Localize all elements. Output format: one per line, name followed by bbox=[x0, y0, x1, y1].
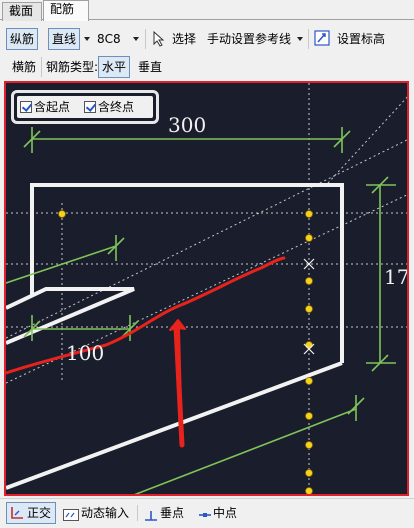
tab-bar: 截面 配筋 bbox=[0, 0, 414, 21]
section-drawing bbox=[6, 83, 407, 494]
midpoint-label: 中点 bbox=[213, 506, 238, 520]
toolbar-divider bbox=[41, 57, 42, 77]
perpendicular-icon bbox=[144, 507, 158, 527]
longitudinal-bar-button[interactable]: 纵筋 bbox=[6, 28, 39, 50]
tab-reinforcement[interactable]: 配筋 bbox=[43, 0, 89, 21]
straight-line-button[interactable]: 直线 bbox=[48, 28, 81, 50]
dynamic-input-toggle[interactable]: 动态输入 bbox=[60, 502, 134, 524]
horizontal-button[interactable]: 水平 bbox=[98, 56, 131, 78]
ortho-toggle[interactable]: 正交 bbox=[6, 502, 56, 524]
set-elevation-button[interactable]: 设置标高 bbox=[333, 28, 389, 50]
dimension-width-label: 300 bbox=[168, 113, 207, 137]
midpoint-icon bbox=[198, 507, 212, 527]
manual-ref-line-button[interactable]: 手动设置参考线 bbox=[203, 28, 295, 50]
set-elevation-icon[interactable] bbox=[314, 30, 330, 49]
cursor-select-icon[interactable] bbox=[153, 30, 165, 50]
ortho-icon bbox=[10, 506, 24, 526]
tab-section[interactable]: 截面 bbox=[2, 2, 42, 21]
rebar-spec-dropdown-icon[interactable] bbox=[133, 37, 139, 41]
perpendicular-snap-toggle[interactable]: 垂点 bbox=[141, 502, 195, 524]
ortho-label: 正交 bbox=[27, 506, 52, 520]
rebar-type-label: 钢筋类型: bbox=[46, 60, 99, 74]
dynamic-input-label: 动态输入 bbox=[81, 506, 130, 520]
bar-type-toolbar: 横筋 钢筋类型: 水平 垂直 bbox=[0, 56, 414, 78]
ref-line-dropdown-icon[interactable] bbox=[297, 37, 303, 41]
toolbar-divider bbox=[308, 29, 309, 49]
point-options-panel: 含起点 含终点 bbox=[11, 90, 159, 124]
include-start-label: 含起点 bbox=[34, 100, 71, 114]
include-start-checkbox[interactable] bbox=[20, 101, 32, 113]
dimension-offset-label: 100 bbox=[66, 341, 105, 365]
reinforcement-toolbar: 纵筋 直线 8C8 选择 手动设置参考线 设置标高 bbox=[0, 24, 414, 54]
drawing-canvas[interactable]: 300 100 17 含起点 含终点 bbox=[4, 81, 409, 496]
vertical-button[interactable]: 垂直 bbox=[134, 56, 166, 78]
select-button[interactable]: 选择 bbox=[168, 28, 200, 50]
transverse-bar-button[interactable]: 横筋 bbox=[8, 56, 40, 78]
status-bar: 正交 动态输入 垂点 中点 bbox=[0, 498, 414, 528]
dynamic-input-icon bbox=[63, 507, 79, 527]
rebar-spec-field[interactable]: 8C8 bbox=[93, 28, 125, 50]
perpendicular-label: 垂点 bbox=[160, 506, 185, 520]
midpoint-snap-toggle[interactable]: 中点 bbox=[195, 502, 249, 524]
toolbar-divider bbox=[145, 29, 146, 49]
statusbar-divider bbox=[137, 505, 138, 521]
draw-mode-dropdown-icon[interactable] bbox=[84, 37, 90, 41]
dimension-height-label: 17 bbox=[384, 265, 409, 289]
include-end-checkbox[interactable] bbox=[84, 101, 96, 113]
include-end-label: 含终点 bbox=[98, 100, 135, 114]
